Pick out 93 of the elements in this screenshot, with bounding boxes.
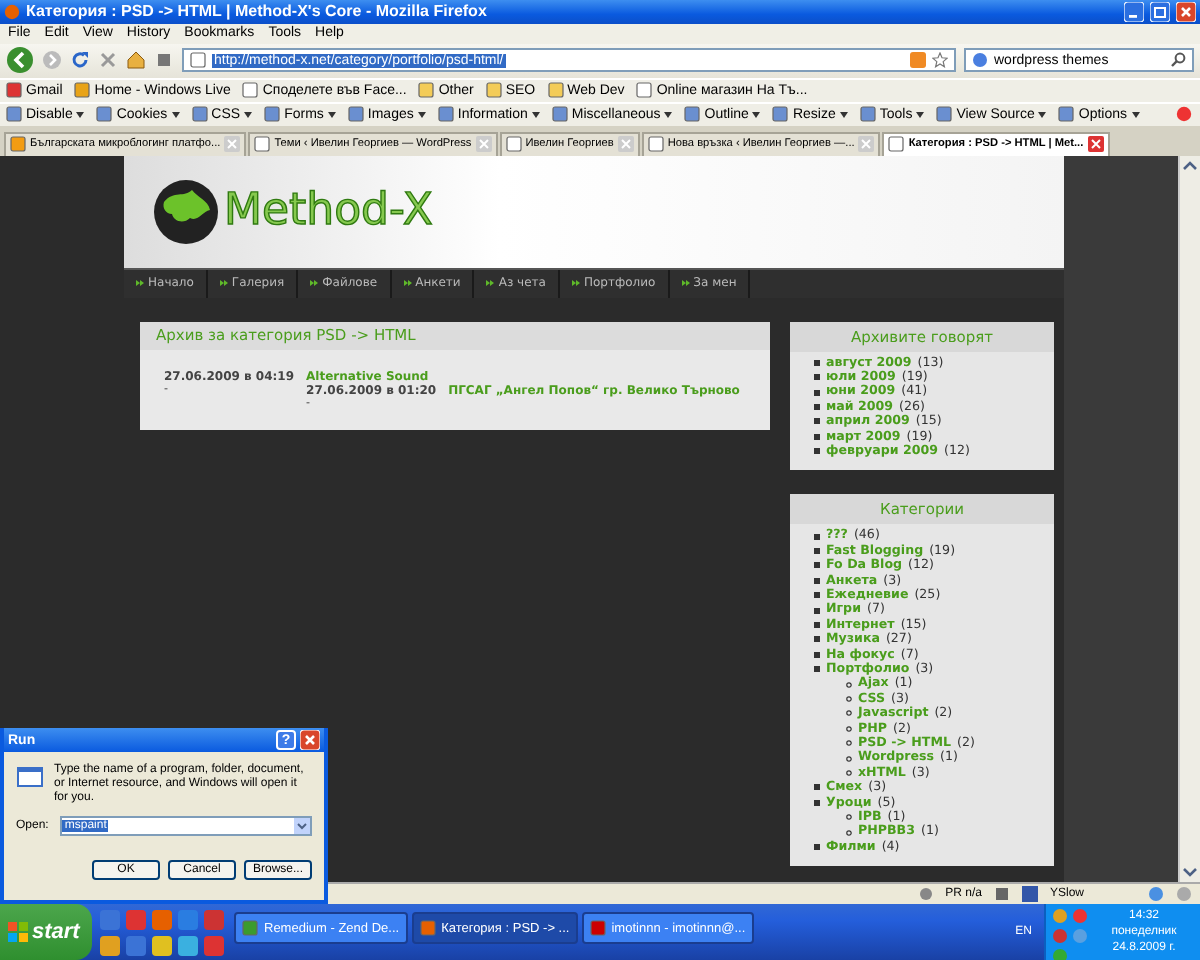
tool-icon [936,106,953,123]
quick-launch-icon[interactable] [152,935,172,956]
forward-icon[interactable] [42,50,62,71]
quick-launch-icon[interactable] [152,909,172,930]
run-icon [16,764,44,788]
scrollbar[interactable] [1178,155,1200,883]
caret-icon [76,111,85,118]
page-icon [190,52,206,69]
arrow-icon [681,280,690,286]
bullet-icon [814,577,820,584]
bullet-icon [846,681,852,688]
stop-icon[interactable] [98,50,118,71]
star-icon[interactable] [932,52,948,69]
search-engine-icon [972,52,988,69]
bullet-icon [846,829,852,836]
bullet-icon [814,418,820,425]
bullet-icon [846,755,852,762]
caret-icon [417,111,426,118]
caret-icon [1131,111,1139,118]
tool-icon [772,106,789,123]
page-icon [647,136,664,152]
bullet-icon [814,448,820,455]
caret-icon [327,111,336,118]
bullet-icon [814,784,820,791]
quick-launch-icon[interactable] [204,935,224,956]
quick-launch-icon[interactable] [178,935,198,956]
back-icon[interactable] [6,46,34,75]
tool-icon [6,106,22,123]
app-icon [589,920,606,937]
tool-icon [551,106,568,123]
caret-icon [171,111,180,118]
arrow-icon [219,280,228,286]
close-icon[interactable] [300,730,320,750]
bullet-icon [814,799,820,806]
bullet-icon [846,770,852,777]
quick-launch-icon[interactable] [100,935,120,956]
bullet-icon [814,547,820,554]
arrow-icon [136,280,144,286]
page-icon [505,136,522,152]
tool-icon [993,886,1010,903]
dropdown-icon[interactable] [294,818,310,834]
bullet-icon [814,533,820,540]
arrow-icon [310,280,319,286]
arrow-icon [486,280,495,286]
close-icon[interactable] [1176,1,1196,22]
bullet-icon [846,725,852,732]
bullet-icon [814,844,820,851]
bullet-icon [814,636,820,643]
tool-icon [1058,106,1075,123]
tool-icon [347,106,364,123]
bullet-icon [814,433,820,440]
home-icon[interactable] [126,50,146,71]
caret-icon [664,111,673,118]
bullet-icon [846,740,852,747]
bullet-icon [814,359,820,366]
caret-icon [1038,111,1047,118]
page-icon [888,136,905,152]
bullet-icon [846,696,852,703]
bullet-icon [814,389,820,396]
arrow-icon [571,280,580,286]
caret-icon [244,111,253,118]
minimize-icon[interactable] [1124,1,1144,22]
bullet-icon [814,651,820,658]
tool-icon [96,106,113,123]
caret-icon [839,111,848,118]
site-logo: Method-X [224,186,433,236]
bullet-icon [814,607,820,614]
page-icon [254,136,271,152]
tool-icon [859,106,876,123]
tool-icon [264,106,281,123]
error-icon [1175,106,1191,123]
start-button[interactable]: start [0,904,92,960]
restore-icon[interactable] [1150,1,1170,22]
app-icon [242,920,258,937]
bullet-icon [846,814,852,821]
bullet-icon [814,374,820,381]
close-icon[interactable] [1087,136,1104,152]
tool-icon [437,106,454,123]
bullet-icon [814,621,820,628]
bullet-icon [814,592,820,599]
search-icon[interactable] [1170,52,1186,69]
arrow-icon [403,280,412,286]
caret-icon [916,111,925,118]
caret-icon [752,111,761,118]
tool-icon [191,106,208,123]
bullet-icon [814,403,820,410]
bullet-icon [814,562,820,569]
reload-icon[interactable] [70,50,90,71]
bullet-icon [846,710,852,717]
caret-icon [531,111,540,118]
bullet-icon [814,666,820,673]
window-title: Категория : PSD -> HTML | Method-X's Core - Mozilla Firefox [26,2,489,21]
tool-icon [684,106,701,123]
